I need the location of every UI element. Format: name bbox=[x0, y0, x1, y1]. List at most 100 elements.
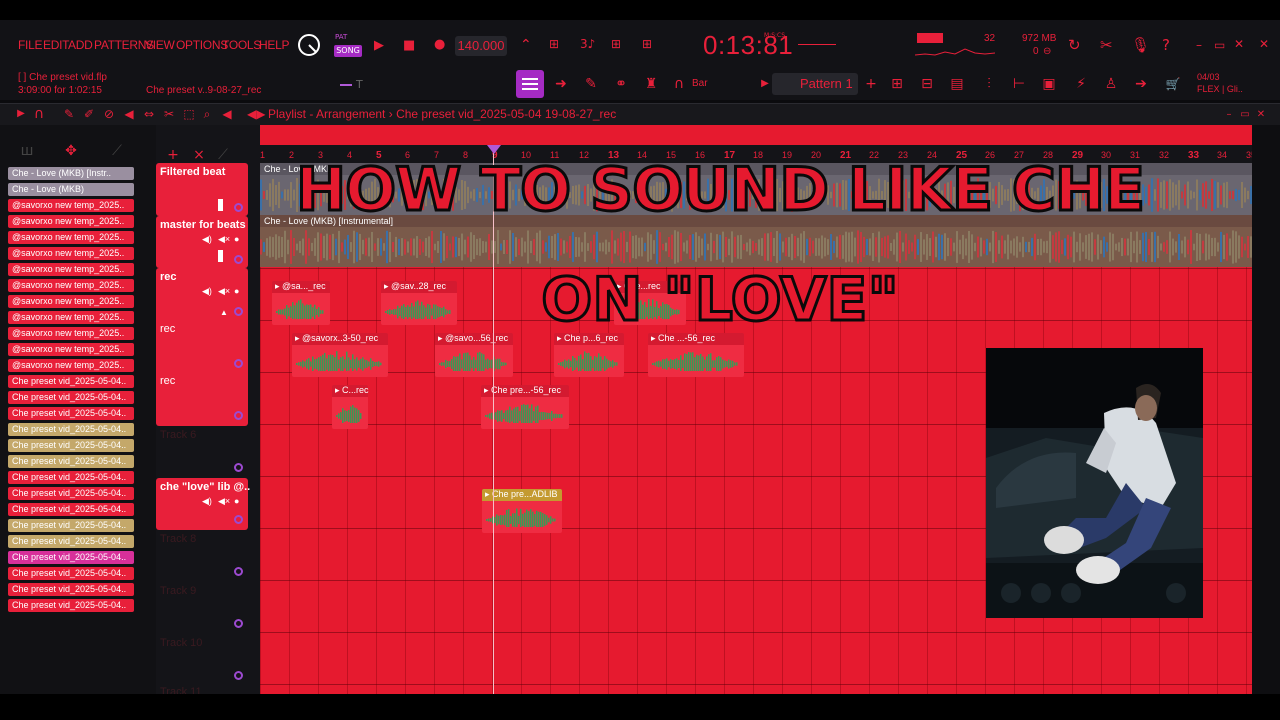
mixer-icon[interactable]: ⊞ bbox=[888, 75, 906, 93]
scissors-icon[interactable]: ✂ bbox=[1100, 36, 1113, 54]
slip-tool-icon[interactable]: ⇔ bbox=[140, 105, 158, 123]
track-2-record-icon[interactable]: ● bbox=[234, 234, 239, 244]
browser-clip-item[interactable]: Che preset vid_2025-05-04.. bbox=[8, 375, 134, 388]
browser-filter-icon[interactable]: ш bbox=[18, 142, 36, 160]
browser-clip-item[interactable]: Che preset vid_2025-05-04.. bbox=[8, 407, 134, 420]
track-2-fader-icon[interactable] bbox=[218, 250, 223, 262]
menu-view[interactable]: VIEW bbox=[145, 38, 175, 52]
audio-clip[interactable]: ▸ Che p...6_rec bbox=[554, 333, 624, 377]
cart-icon[interactable]: 🛒 bbox=[1164, 75, 1182, 93]
zoom-tool-icon[interactable]: ⌕ bbox=[198, 105, 216, 123]
playhead-line[interactable] bbox=[493, 145, 494, 694]
play-icon[interactable]: ▶ bbox=[374, 38, 384, 53]
minimize-icon[interactable]: – bbox=[1196, 38, 1202, 52]
track-2-mute-icon[interactable]: ◀) bbox=[202, 234, 212, 245]
browser-clip-item[interactable]: Che preset vid_2025-05-04.. bbox=[8, 439, 134, 452]
audio-clip[interactable]: ▸ @savo...56_rec bbox=[435, 333, 513, 377]
track-7-record-icon[interactable]: ● bbox=[234, 496, 239, 506]
browser-clip-item[interactable]: @savorxo new temp_2025.. bbox=[8, 215, 134, 228]
song-mode-button[interactable]: SONG bbox=[334, 45, 362, 57]
menu-file[interactable]: FILE bbox=[18, 38, 42, 52]
track-3-solo-icon[interactable]: ◀× bbox=[218, 286, 230, 297]
stamp-icon[interactable]: ♜ bbox=[642, 75, 660, 93]
snap-magnet-icon[interactable]: ∩ bbox=[30, 105, 48, 123]
microphone-icon[interactable]: 🎙 bbox=[1131, 36, 1150, 54]
playlist-nav-icon[interactable]: ◀▶ bbox=[247, 105, 265, 123]
browser-clip-item[interactable]: Che preset vid_2025-05-04.. bbox=[8, 567, 134, 580]
browser-clip-item[interactable]: @savorxo new temp_2025.. bbox=[8, 199, 134, 212]
magnet-icon[interactable]: ∩ bbox=[670, 75, 688, 93]
browser-clip-item[interactable]: Che preset vid_2025-05-04.. bbox=[8, 519, 134, 532]
audio-clip[interactable]: ▸ Che pre...ADLIB bbox=[482, 489, 562, 533]
track-11-header[interactable]: Track 11 bbox=[156, 686, 248, 694]
browser-clip-item[interactable]: Che preset vid_2025-05-04.. bbox=[8, 487, 134, 500]
track-7-select-icon[interactable] bbox=[234, 515, 243, 524]
draw-tool-icon[interactable]: ✎ bbox=[60, 105, 78, 123]
track-3-record-icon[interactable]: ● bbox=[234, 286, 239, 296]
add-track-icon[interactable]: + bbox=[164, 146, 182, 164]
master-volume-knob-icon[interactable] bbox=[296, 32, 322, 58]
browser-clip-item[interactable]: @savorxo new temp_2025.. bbox=[8, 247, 134, 260]
browser-clip-item[interactable]: Che preset vid_2025-05-04.. bbox=[8, 583, 134, 596]
delete-tool-icon[interactable]: ⊘ bbox=[100, 105, 118, 123]
pattern-selector[interactable]: Pattern 1 bbox=[772, 73, 858, 95]
track-8-select-icon[interactable] bbox=[234, 567, 243, 576]
track-2-select-icon[interactable] bbox=[234, 255, 243, 264]
playlist-close-icon[interactable]: ✕ bbox=[1252, 106, 1270, 124]
menu-add[interactable]: ADD bbox=[68, 38, 93, 52]
track-7-mute-icon[interactable]: ◀) bbox=[202, 496, 212, 507]
tempo-display[interactable]: 140.000 bbox=[455, 36, 507, 56]
record-icon[interactable]: ● bbox=[434, 37, 445, 52]
step-edit-icon[interactable]: ⊞ bbox=[611, 37, 621, 51]
remove-track-icon[interactable]: × bbox=[190, 146, 208, 164]
close-app-icon[interactable]: ✕ bbox=[1259, 37, 1269, 51]
playlist-menu-arrow-icon[interactable]: ▶ bbox=[12, 105, 30, 123]
audio-clip[interactable]: ▸ @savorx..3-50_rec bbox=[292, 333, 388, 377]
browser-clip-item[interactable]: Che preset vid_2025-05-04.. bbox=[8, 535, 134, 548]
refresh-icon[interactable]: ↻ bbox=[1068, 36, 1081, 54]
track-3-select-icon[interactable] bbox=[234, 307, 243, 316]
maximize-icon[interactable]: ▭ bbox=[1214, 38, 1225, 52]
track-10-select-icon[interactable] bbox=[234, 671, 243, 680]
select-tool-icon[interactable]: ⬚ bbox=[180, 105, 198, 123]
menu-help[interactable]: HELP bbox=[259, 38, 289, 52]
track-9-select-icon[interactable] bbox=[234, 619, 243, 628]
plugin-icon[interactable]: ▣ bbox=[1040, 75, 1058, 93]
track-2-solo-icon[interactable]: ◀× bbox=[218, 234, 230, 245]
browser-clip-item[interactable]: Che preset vid_2025-05-04.. bbox=[8, 503, 134, 516]
browser-clip-item[interactable]: @savorxo new temp_2025.. bbox=[8, 231, 134, 244]
arrangement-name[interactable]: Che preset vid_2025-05-04 19-08-27_rec bbox=[396, 107, 616, 121]
paint-tool-icon[interactable]: ✐ bbox=[80, 105, 98, 123]
track-1-select-icon[interactable] bbox=[234, 203, 243, 212]
vertical-scrollbar[interactable] bbox=[1252, 125, 1280, 694]
browser-clip-item[interactable]: Che - Love (MKB) [Instr.. bbox=[8, 167, 134, 180]
track-5-select-icon[interactable] bbox=[234, 411, 243, 420]
browser-clip-item[interactable]: Che preset vid_2025-05-04.. bbox=[8, 599, 134, 612]
browser-clip-item[interactable]: @savorxo new temp_2025.. bbox=[8, 311, 134, 324]
wait-input-icon[interactable]: ⊞ bbox=[549, 37, 559, 51]
menu-options[interactable]: OPTIONS bbox=[176, 38, 228, 52]
track-1-fader-icon[interactable] bbox=[218, 199, 223, 211]
track-3-mute-icon[interactable]: ◀) bbox=[202, 286, 212, 297]
browser-expand-icon[interactable]: ✥ bbox=[62, 142, 80, 160]
piano-roll-icon[interactable]: ▤ bbox=[948, 75, 966, 93]
help-icon[interactable]: ? bbox=[1162, 36, 1170, 54]
mute-tool-icon[interactable]: ◀ bbox=[120, 105, 138, 123]
browser-clip-item[interactable]: @savorxo new temp_2025.. bbox=[8, 263, 134, 276]
close-icon[interactable]: ✕ bbox=[1234, 37, 1244, 51]
track-option-icon[interactable]: ⟋ bbox=[214, 146, 232, 164]
audio-clip[interactable]: ▸ @sa..._rec bbox=[272, 281, 330, 325]
blend-notes-icon[interactable]: ⊞ bbox=[642, 37, 652, 51]
add-pattern-icon[interactable]: + bbox=[862, 75, 880, 93]
browser-clip-item[interactable]: @savorxo new temp_2025.. bbox=[8, 327, 134, 340]
track-7-solo-icon[interactable]: ◀× bbox=[218, 496, 230, 507]
playlist-view-button[interactable] bbox=[516, 70, 544, 98]
channel-rack-icon[interactable]: ⊟ bbox=[918, 75, 936, 93]
pitch-slider-icon[interactable] bbox=[340, 84, 352, 86]
playhead-marker-icon[interactable] bbox=[487, 145, 501, 154]
pencil-icon[interactable]: ✎ bbox=[582, 75, 600, 93]
browser-link-icon[interactable]: ⟋ bbox=[108, 142, 126, 160]
menu-tools[interactable]: TOOLS bbox=[222, 38, 261, 52]
browser-clip-item[interactable]: Che preset vid_2025-05-04.. bbox=[8, 455, 134, 468]
plug-icon[interactable]: ⚡ bbox=[1072, 75, 1090, 93]
